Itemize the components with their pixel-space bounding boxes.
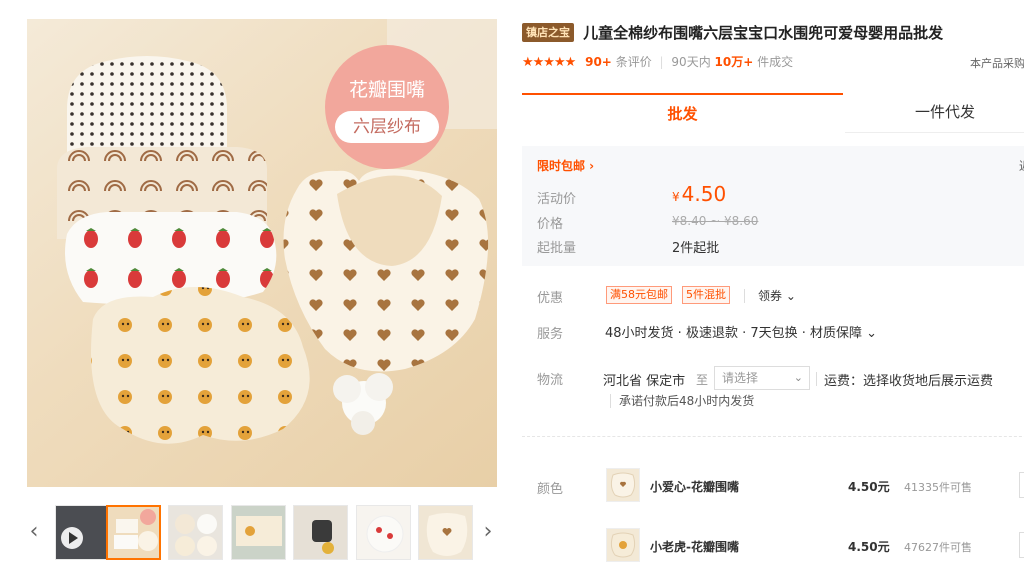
tiger-bib-thumb-icon xyxy=(610,532,636,558)
badge-line-2: 六层纱布 xyxy=(335,111,439,143)
tab-wholesale[interactable]: 批发 xyxy=(522,93,843,133)
thumbnail-bibs-set[interactable] xyxy=(106,505,161,560)
sales-count: 10万+ xyxy=(714,55,754,69)
sales-prefix: 90天内 xyxy=(671,55,711,69)
sku-row[interactable]: 小爱心-花瓣围嘴 4.50元 41335件可售 xyxy=(604,468,1024,504)
product-info: 镇店之宝 儿童全棉纱布围嘴六层宝宝口水围兜可爱母婴用品批发 ★★★★★ 90+ … xyxy=(522,0,1024,573)
heart-bib-thumb-icon xyxy=(610,472,636,498)
title-row: 镇店之宝 儿童全棉纱布围嘴六层宝宝口水围兜可爱母婴用品批发 xyxy=(522,22,1024,42)
moq-value: 2件起批 xyxy=(672,241,720,256)
chevron-down-icon: ⌄ xyxy=(793,371,803,384)
currency-symbol: ¥ xyxy=(672,190,680,204)
original-price-range: ¥8.40 ~ ¥8.60 xyxy=(672,214,759,228)
logistics-label: 物流 xyxy=(537,373,564,388)
activity-price: ¥4.50 xyxy=(672,182,726,206)
thumbnail-bibs-hanging[interactable] xyxy=(231,505,286,560)
sku-stock: 47627件可售 xyxy=(904,541,972,554)
section-divider xyxy=(522,436,1024,437)
thumbnail-strawberry-bibs[interactable] xyxy=(356,505,411,560)
next-thumbnail-button[interactable]: › xyxy=(481,518,495,546)
offers-label: 优惠 xyxy=(537,291,564,306)
sku-row[interactable]: 小老虎-花瓣围嘴 4.50元 47627件可售 xyxy=(604,528,1024,564)
bibs-hanging-image xyxy=(236,516,282,546)
main-product-image[interactable]: 花瓣围嘴 六层纱布 xyxy=(27,19,497,487)
play-icon xyxy=(61,527,83,549)
freight-info: 运费：选择收货地后展示运费 xyxy=(824,374,994,389)
thumbnail-watch[interactable] xyxy=(293,505,348,560)
badge-line-1: 花瓣围嘴 xyxy=(348,79,425,101)
prev-thumbnail-button[interactable]: ‹ xyxy=(27,518,41,546)
quantity-stepper[interactable] xyxy=(1019,472,1024,498)
moq-label: 起批量 xyxy=(537,241,577,256)
sales-suffix: 件成交 xyxy=(757,55,794,69)
price-box: 限时包邮 › 返 活动价 ¥4.50 价格 ¥8.40 ~ ¥8.60 起批量 … xyxy=(522,146,1024,266)
thumbnail-video[interactable] xyxy=(55,505,110,560)
strawberry-bibs-image xyxy=(366,515,404,553)
sku-price: 4.50元 xyxy=(848,540,890,554)
thumbnail-heart-bib[interactable] xyxy=(418,505,473,560)
shop-treasure-tag: 镇店之宝 xyxy=(522,23,574,42)
heart-bib-image xyxy=(426,513,468,556)
sku-stock: 41335件可售 xyxy=(904,481,972,494)
limited-free-shipping-link[interactable]: 限时包邮 › xyxy=(537,157,594,174)
divider xyxy=(744,289,745,303)
sku-thumbnail xyxy=(606,528,640,562)
divider xyxy=(816,372,817,386)
sku-price: 4.50元 xyxy=(848,480,890,494)
bibs-flat-image xyxy=(175,514,217,556)
activity-price-value: 4.50 xyxy=(681,182,727,206)
bibs-set-image xyxy=(114,509,158,551)
rebate-label: 返 xyxy=(1019,157,1024,174)
divider xyxy=(610,394,611,408)
purchase-mode-tabs: 批发 一件代发 xyxy=(522,93,1024,133)
product-title: 儿童全棉纱布围嘴六层宝宝口水围兜可爱母婴用品批发 xyxy=(583,24,944,42)
sku-name: 小爱心-花瓣围嘴 xyxy=(650,480,739,494)
price-label: 价格 xyxy=(537,217,564,232)
service-label: 服务 xyxy=(537,327,564,342)
coupon-mixed-batch[interactable]: 5件混批 xyxy=(682,286,730,304)
claim-coupon-button[interactable]: 领券 ⌄ xyxy=(758,287,796,304)
thumbnail-strip: ‹ › xyxy=(27,500,497,564)
quantity-stepper[interactable] xyxy=(1019,532,1024,558)
thumbnail-bibs-flat[interactable] xyxy=(168,505,223,560)
product-badge: 花瓣围嘴 六层纱布 xyxy=(325,45,449,169)
service-guarantees[interactable]: 48小时发货 · 极速退款 · 7天包换 · 材质保障 ⌄ xyxy=(605,322,877,341)
reviews-label: 条评价 xyxy=(615,55,652,69)
rating-row: ★★★★★ 90+ 条评价 | 90天内 10万+ 件成交 xyxy=(522,53,1024,71)
product-gallery: 花瓣围嘴 六层纱布 ‹ › xyxy=(0,0,510,573)
ship-to-label: 至 xyxy=(696,373,709,387)
color-label: 颜色 xyxy=(537,482,564,497)
coupon-free-shipping[interactable]: 满58元包邮 xyxy=(606,286,672,304)
activity-price-label: 活动价 xyxy=(537,192,577,207)
divider: | xyxy=(659,55,664,69)
sku-name: 小老虎-花瓣围嘴 xyxy=(650,540,739,554)
destination-placeholder: 请选择 xyxy=(722,371,759,385)
product-page: 花瓣围嘴 六层纱布 ‹ › 镇店之宝 儿童全棉纱布围嘴六层宝宝口水围兜可爱母婴用… xyxy=(0,0,1024,573)
purchase-note: 本产品采购 xyxy=(970,57,1024,70)
reviews-count[interactable]: 90+ xyxy=(585,55,612,69)
ship-from-location: 河北省 保定市 xyxy=(603,374,686,389)
watch-image xyxy=(312,520,334,554)
destination-select[interactable]: 请选择 ⌄ xyxy=(714,366,810,390)
tab-dropship[interactable]: 一件代发 xyxy=(845,93,1024,133)
sku-thumbnail xyxy=(606,468,640,502)
rating-stars-icon: ★★★★★ xyxy=(522,55,576,70)
shipping-promise: 承诺付款后48小时内发货 xyxy=(619,394,755,408)
